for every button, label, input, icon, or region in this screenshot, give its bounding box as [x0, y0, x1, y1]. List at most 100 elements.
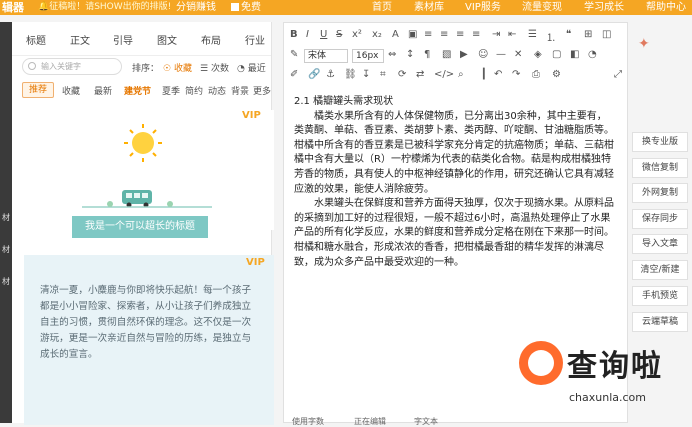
crop-icon[interactable]: ⌗ [380, 69, 386, 80]
rotate-icon[interactable]: ⟳ [398, 69, 406, 80]
subscript-icon[interactable]: x₂ [372, 29, 382, 40]
template-card[interactable]: VIP [22, 110, 274, 230]
filter-favorites[interactable]: 收藏 [62, 84, 80, 97]
bg-color-icon[interactable]: ▣ [408, 29, 417, 40]
nav-materials[interactable]: 素材库 [414, 0, 444, 15]
outdent-icon[interactable]: ⇤ [508, 29, 516, 40]
link-icon[interactable]: 🔗 [308, 69, 320, 80]
anchor-icon[interactable]: ⚓ [326, 69, 335, 80]
toolbar-row-2: ✎ 宋体 16px ⇔ ↕ ¶ ▧ ▶ ☺ — ✕ ◈ ▢ ◧ ◔ [284, 47, 629, 65]
text-template-card[interactable]: VIP 清凉一夏，小麋鹿与你即将快乐起航！每一个孩子都是小小冒险家、探索者，从小… [24, 255, 274, 425]
sort-icon[interactable]: ↧ [362, 69, 370, 80]
tab-image-text[interactable]: 图文 [157, 32, 177, 47]
filter-simple[interactable]: 简约 [185, 84, 203, 97]
justify-icon[interactable]: ≡ [472, 29, 480, 40]
nav-home[interactable]: 首页 [372, 0, 392, 15]
free-toggle[interactable]: 免费 [231, 0, 261, 15]
tab-industry[interactable]: 行业 [245, 32, 265, 47]
filter-recommend[interactable]: 推荐 [22, 82, 55, 98]
superscript-icon[interactable]: x² [352, 29, 362, 40]
font-family-select[interactable]: 宋体 [304, 49, 348, 63]
image-icon[interactable]: ▧ [442, 49, 451, 60]
content-heading: 2.1 橘瓣罐头需求现状 [294, 96, 394, 107]
filter-newest[interactable]: 最新 [94, 84, 112, 97]
ordered-list-icon[interactable]: ⒈ [546, 29, 556, 44]
search-input[interactable]: 输入关键字 [22, 58, 122, 75]
toolbar-row-3: ✐ 🔗 ⚓ ⛓ ↧ ⌗ ⟳ ⇄ </> ⌕ ▕▏ ↶ ↷ ⎙ ⚙ ⤢ [284, 67, 629, 85]
sun-icon [124, 124, 162, 162]
print-icon[interactable]: ⎙ [532, 69, 540, 80]
align-center-icon[interactable]: ≡ [440, 29, 448, 40]
left-edge-strip: 材 材 材 [0, 22, 12, 423]
emoji-icon[interactable]: ☺ [478, 49, 488, 60]
letter-spacing-icon[interactable]: ⇔ [388, 49, 396, 60]
border-icon[interactable]: ▢ [552, 49, 561, 60]
video-icon[interactable]: ▶ [460, 49, 468, 60]
external-copy-button[interactable]: 外网复制 [632, 183, 688, 203]
filter-more[interactable]: 更多 [253, 84, 271, 97]
nav-vip[interactable]: VIP服务 [465, 0, 501, 15]
shadow-icon[interactable]: ◧ [570, 49, 579, 60]
title-banner[interactable]: 我是一个可以超长的标题 [72, 216, 208, 238]
tab-body[interactable]: 正文 [70, 32, 90, 47]
wechat-copy-button[interactable]: 微信复制 [632, 158, 688, 178]
divider-icon[interactable]: — [496, 49, 506, 60]
nav-help[interactable]: 帮助中心 [646, 0, 686, 15]
filter-background[interactable]: 背景 [231, 84, 249, 97]
distribution-link[interactable]: 分销赚钱 [176, 0, 216, 15]
text-color-icon[interactable]: A [392, 29, 399, 40]
redo-icon[interactable]: ↷ [512, 69, 520, 80]
align-left-icon[interactable]: ≡ [424, 29, 432, 40]
code-icon[interactable]: </> [434, 69, 454, 80]
table-icon[interactable]: ⊞ [584, 29, 592, 40]
sort-count[interactable]: ☰ 次数 [200, 61, 229, 74]
unlink-icon[interactable]: ⛓ [344, 69, 357, 80]
brush-icon[interactable]: ✐ [290, 69, 298, 80]
bold-icon[interactable]: B [290, 29, 298, 40]
template-text: 清凉一夏，小麋鹿与你即将快乐起航！每一个孩子都是小小冒险家、探索者，从小让孩子们… [40, 285, 252, 360]
mobile-preview-button[interactable]: 手机预览 [632, 286, 688, 306]
sun-bus-illustration [82, 124, 212, 208]
star-icon: ✦ [638, 36, 650, 52]
save-sync-button[interactable]: 保存同步 [632, 209, 688, 229]
underline-icon[interactable]: U [320, 29, 327, 40]
free-checkbox[interactable] [231, 3, 239, 11]
undo-icon[interactable]: ↶ [494, 69, 502, 80]
eraser-icon[interactable]: ◈ [534, 49, 542, 60]
filter-dynamic[interactable]: 动态 [208, 84, 226, 97]
clear-new-button[interactable]: 清空/新建 [632, 260, 688, 280]
clear-format-icon[interactable]: ✕ [514, 49, 522, 60]
strike-icon[interactable]: S [336, 29, 342, 40]
notice-link[interactable]: 🔔征稿啦！请SHOW出你的排版! [38, 0, 171, 15]
line-height-icon[interactable]: ↕ [406, 49, 414, 60]
filter-party-day[interactable]: 建党节 [124, 84, 151, 97]
sort-recent[interactable]: ◔ 最近 [237, 61, 266, 74]
quote-icon[interactable]: ❝ [566, 29, 571, 40]
italic-icon[interactable]: I [306, 29, 309, 40]
tab-guide[interactable]: 引导 [113, 32, 133, 47]
nav-learn[interactable]: 学习成长 [584, 0, 624, 15]
editor-content[interactable]: 2.1 橘瓣罐头需求现状 橘类水果所含有的人体保健物质，已分离出30余种，其中主… [294, 95, 616, 270]
flip-icon[interactable]: ⇄ [416, 69, 424, 80]
upgrade-pro-button[interactable]: 换专业版 [632, 132, 688, 152]
settings-icon[interactable]: ⚙ [552, 69, 561, 80]
more-icon[interactable]: ◫ [602, 29, 611, 40]
tab-title[interactable]: 标题 [26, 32, 46, 47]
cloud-draft-button[interactable]: 云端草稿 [632, 312, 688, 332]
fullscreen-icon[interactable]: ⤢ [614, 69, 622, 80]
panel-divider[interactable] [274, 22, 283, 423]
align-right-icon[interactable]: ≡ [456, 29, 464, 40]
radius-icon[interactable]: ◔ [588, 49, 597, 60]
bracket-icon[interactable]: ▕▏ [476, 69, 491, 80]
indent-icon[interactable]: ⇥ [492, 29, 500, 40]
filter-summer[interactable]: 夏季 [162, 84, 180, 97]
format-painter-icon[interactable]: ✎ [290, 49, 298, 60]
search-replace-icon[interactable]: ⌕ [458, 69, 464, 80]
tab-layout[interactable]: 布局 [201, 32, 221, 47]
nav-monetize[interactable]: 流量变现 [522, 0, 562, 15]
sort-favorites[interactable]: ☉ 收藏 [163, 61, 192, 74]
font-size-select[interactable]: 16px [352, 49, 384, 63]
list-icon[interactable]: ☰ [528, 29, 537, 40]
import-article-button[interactable]: 导入文章 [632, 234, 688, 254]
paragraph-icon[interactable]: ¶ [424, 49, 430, 60]
